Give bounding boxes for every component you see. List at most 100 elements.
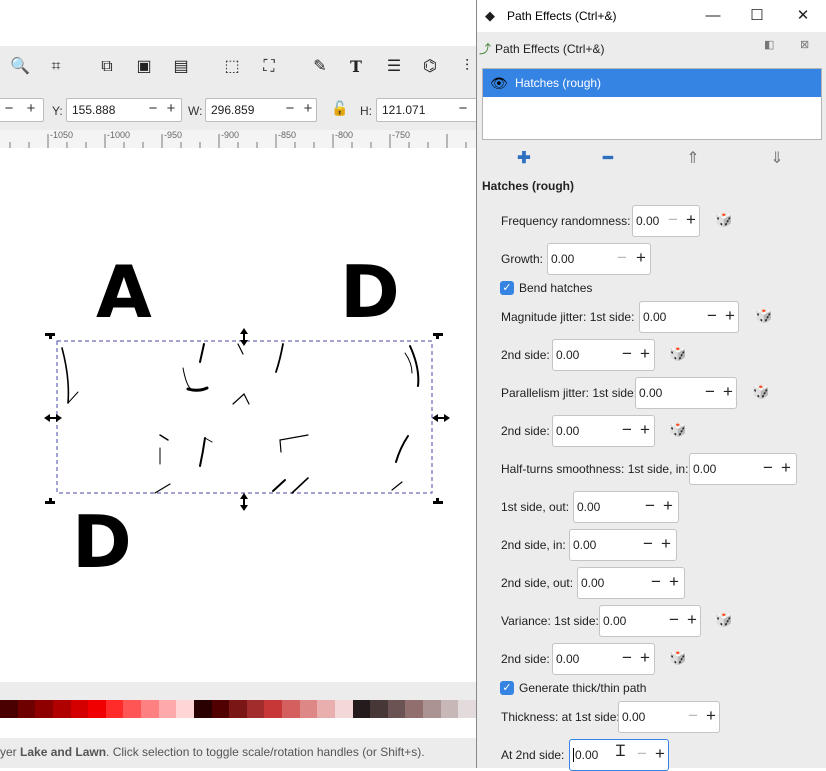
- randomize-dice-icon[interactable]: 🎲: [752, 383, 769, 400]
- growth-spin[interactable]: 0.00 − +: [547, 243, 651, 275]
- duplicate-icon[interactable]: ⧉: [96, 56, 118, 78]
- palette-swatch[interactable]: [193, 700, 212, 718]
- randomize-dice-icon[interactable]: 🎲: [715, 611, 732, 628]
- variance-2nd-spin[interactable]: 0.00 − +: [552, 643, 655, 675]
- palette-swatch[interactable]: [458, 700, 476, 718]
- palette-swatch[interactable]: [405, 700, 423, 718]
- unlink-clone-icon[interactable]: ▤: [170, 56, 192, 78]
- clone-icon[interactable]: ▣: [133, 56, 155, 78]
- spin-increment[interactable]: +: [658, 496, 678, 516]
- y-decrement-button[interactable]: −: [145, 101, 161, 117]
- h-decrement-button[interactable]: −: [455, 101, 471, 117]
- spin-increment[interactable]: +: [650, 744, 670, 764]
- spin-decrement[interactable]: −: [638, 534, 658, 554]
- randomize-dice-icon[interactable]: 🎲: [669, 649, 686, 666]
- palette-swatch[interactable]: [70, 700, 89, 718]
- palette-swatch[interactable]: [211, 700, 230, 718]
- spin-increment[interactable]: +: [664, 572, 684, 592]
- x-decrement-button[interactable]: −: [1, 101, 17, 117]
- spin-decrement[interactable]: −: [632, 744, 652, 764]
- layers-icon[interactable]: ☰: [383, 56, 405, 78]
- spin-increment[interactable]: +: [631, 248, 651, 268]
- palette-swatch[interactable]: [0, 700, 18, 718]
- spin-increment[interactable]: +: [635, 344, 655, 364]
- palette-swatch[interactable]: [176, 700, 194, 718]
- palette-swatch[interactable]: [229, 700, 247, 718]
- thickness-1st-spin[interactable]: 0.00 − +: [618, 701, 720, 733]
- spin-increment[interactable]: +: [701, 706, 721, 726]
- palette-swatch[interactable]: [123, 700, 141, 718]
- remove-effect-button[interactable]: ━: [598, 148, 618, 168]
- w-increment-button[interactable]: +: [300, 101, 316, 117]
- move-down-button[interactable]: ⇓: [767, 148, 787, 168]
- zoom-drawing-icon[interactable]: 🔍: [9, 56, 31, 78]
- half-turns-2nd-out-spin[interactable]: 0.00 − +: [577, 567, 685, 599]
- spin-decrement[interactable]: −: [663, 210, 683, 230]
- palette-swatch[interactable]: [317, 700, 335, 718]
- palette-swatch[interactable]: [105, 700, 124, 718]
- frequency-randomness-spin[interactable]: 0.00 − +: [632, 205, 700, 237]
- drawing-canvas[interactable]: A D D: [0, 148, 476, 682]
- palette-swatch[interactable]: [17, 700, 36, 718]
- text-tool-icon[interactable]: T: [345, 56, 367, 78]
- y-field[interactable]: 155.888 − +: [66, 98, 182, 122]
- randomize-dice-icon[interactable]: 🎲: [755, 307, 772, 324]
- spin-increment[interactable]: +: [776, 458, 796, 478]
- add-effect-button[interactable]: ✚: [514, 148, 534, 168]
- spin-decrement[interactable]: −: [646, 572, 666, 592]
- spin-increment[interactable]: +: [656, 534, 676, 554]
- spin-decrement[interactable]: −: [617, 420, 637, 440]
- spin-decrement[interactable]: −: [758, 458, 778, 478]
- half-turns-2nd-in-spin[interactable]: 0.00 − +: [569, 529, 677, 561]
- spin-decrement[interactable]: −: [700, 382, 720, 402]
- eye-visible-icon[interactable]: 👁: [490, 75, 508, 92]
- effect-list-item[interactable]: 👁 Hatches (rough): [483, 69, 821, 97]
- spin-decrement[interactable]: −: [702, 306, 722, 326]
- spin-decrement[interactable]: −: [617, 344, 637, 364]
- palette-swatch[interactable]: [246, 700, 265, 718]
- xml-editor-icon[interactable]: ⌬: [419, 56, 441, 78]
- palette-swatch[interactable]: [88, 700, 106, 718]
- bend-hatches-checkbox[interactable]: ✓: [500, 281, 514, 295]
- generate-thick-thin-checkbox[interactable]: ✓: [500, 681, 514, 695]
- effect-list[interactable]: 👁 Hatches (rough): [482, 68, 822, 140]
- variance-1st-spin[interactable]: 0.00 − +: [599, 605, 701, 637]
- dock-iconify-icon[interactable]: ◧: [764, 38, 774, 51]
- spin-decrement[interactable]: −: [640, 496, 660, 516]
- palette-swatch[interactable]: [334, 700, 353, 718]
- select-same-icon[interactable]: ⬚: [221, 56, 243, 78]
- spin-decrement[interactable]: −: [683, 706, 703, 726]
- palette-swatch[interactable]: [141, 700, 159, 718]
- color-palette[interactable]: [0, 700, 476, 718]
- spin-increment[interactable]: +: [682, 610, 702, 630]
- spin-increment[interactable]: +: [635, 648, 655, 668]
- palette-swatch[interactable]: [352, 700, 371, 718]
- half-turns-1st-out-spin[interactable]: 0.00 − +: [573, 491, 679, 523]
- palette-swatch[interactable]: [387, 700, 406, 718]
- node-editor-icon[interactable]: ✎: [309, 56, 331, 78]
- spin-value[interactable]: 0.00: [573, 748, 598, 762]
- horizontal-ruler[interactable]: -1050 -1000 -950 -900 -850 -800 -750: [0, 130, 476, 149]
- magnitude-jitter-2nd-spin[interactable]: 0.00 − +: [552, 339, 655, 371]
- palette-swatch[interactable]: [35, 700, 53, 718]
- palette-swatch[interactable]: [370, 700, 388, 718]
- x-field[interactable]: − +: [0, 98, 44, 122]
- close-button[interactable]: ✕: [788, 4, 818, 28]
- palette-swatch[interactable]: [440, 700, 459, 718]
- y-increment-button[interactable]: +: [163, 101, 179, 117]
- parallelism-jitter-1st-spin[interactable]: 0.00 − +: [635, 377, 737, 409]
- w-field[interactable]: 296.859 − +: [205, 98, 317, 122]
- palette-swatch[interactable]: [423, 700, 441, 718]
- randomize-dice-icon[interactable]: 🎲: [669, 345, 686, 362]
- move-up-button[interactable]: ⇑: [683, 148, 703, 168]
- half-turns-1st-in-spin[interactable]: 0.00 − +: [689, 453, 797, 485]
- minimize-button[interactable]: —: [698, 4, 728, 28]
- maximize-button[interactable]: ☐: [742, 4, 772, 28]
- spin-increment[interactable]: +: [635, 420, 655, 440]
- spin-increment[interactable]: +: [720, 306, 740, 326]
- spin-decrement[interactable]: −: [617, 648, 637, 668]
- palette-swatch[interactable]: [52, 700, 71, 718]
- randomize-dice-icon[interactable]: 🎲: [669, 421, 686, 438]
- spin-increment[interactable]: +: [681, 210, 701, 230]
- transform-icon[interactable]: ⛶: [258, 56, 280, 78]
